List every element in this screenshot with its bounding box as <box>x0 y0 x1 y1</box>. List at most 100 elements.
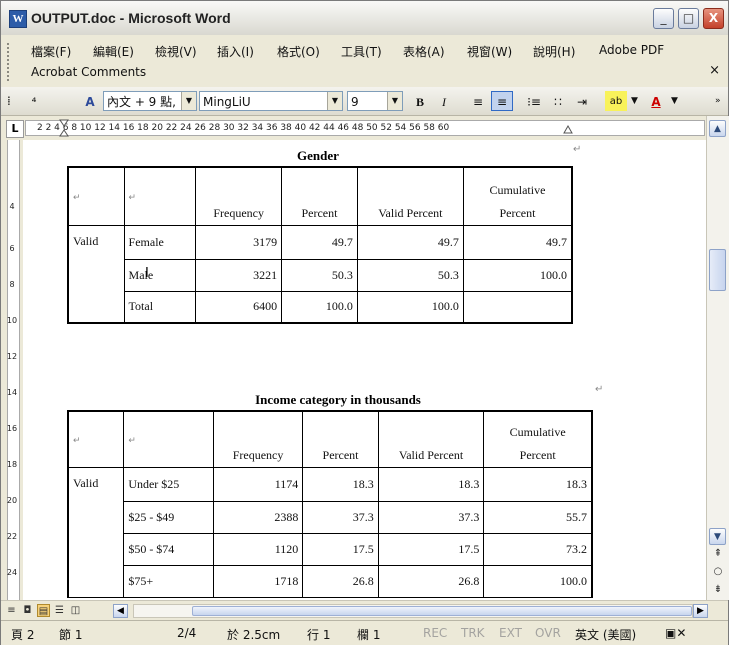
toolbar-grip[interactable]: ⁞ <box>7 91 21 111</box>
spelling-status-icon[interactable]: ▣✕ <box>665 626 686 640</box>
cell-valid-percent: 50.3 <box>356 258 464 292</box>
vruler-number: 18 <box>6 460 18 469</box>
style-select[interactable]: 內文 + 9 點, : ▼ <box>103 91 197 111</box>
table-corner-cell[interactable]: ↵ <box>123 166 197 226</box>
styles-pane-icon[interactable]: ⁴ <box>23 91 45 111</box>
header-valid-percent: Valid Percent <box>356 166 464 226</box>
row-label: $50 - $74 <box>123 532 214 566</box>
close-button[interactable]: X <box>703 8 724 29</box>
vruler-number: 24 <box>6 568 18 577</box>
paragraph-mark-icon: ↵ <box>573 144 582 155</box>
vertical-scrollbar[interactable]: ▲ ▼ ⇞ ○ ⇟ <box>706 116 729 600</box>
indent-marker-icon[interactable] <box>59 119 69 137</box>
scroll-left-icon[interactable]: ◀ <box>113 604 128 618</box>
highlight-dropdown-icon[interactable]: ▼ <box>631 91 638 111</box>
status-ovr[interactable]: OVR <box>535 626 561 640</box>
table-row: $50 - $74 1120 17.5 17.5 73.2 <box>68 532 594 566</box>
menu-insert[interactable]: 插入(I) <box>217 43 254 60</box>
row-label: Male <box>123 258 197 292</box>
toolbar-options-icon[interactable]: » <box>715 91 721 111</box>
font-size-value: 9 <box>351 95 359 109</box>
menu-file[interactable]: 檔案(F) <box>31 43 71 60</box>
cell-valid-percent: 100.0 <box>356 290 464 324</box>
right-indent-icon[interactable] <box>563 124 573 134</box>
table-corner-cell[interactable]: ↵ <box>66 166 125 226</box>
font-color-dropdown-icon[interactable]: ▼ <box>671 91 678 111</box>
status-bar: 頁 2 節 1 2/4 於 2.5cm 行 1 欄 1 REC TRK EXT … <box>1 620 728 645</box>
table-corner-cell[interactable]: ↵ <box>123 410 214 468</box>
title-bar: W OUTPUT.doc - Microsoft Word _ □ X <box>1 1 728 36</box>
status-rec[interactable]: REC <box>423 626 447 640</box>
styles-icon[interactable]: A <box>79 91 101 111</box>
formatting-toolbar: ⁞ ⁴ A 內文 + 9 點, : ▼ MingLiU ▼ 9 ▼ B I ≡ … <box>1 87 728 116</box>
justify-icon[interactable]: ≡ <box>491 91 513 111</box>
bulleted-list-icon[interactable]: ∷ <box>547 91 569 111</box>
align-left-icon[interactable]: ≡ <box>467 91 489 111</box>
document-canvas[interactable]: Gender ↵ ↵ Frequency Percent Valid Perce… <box>23 140 706 600</box>
cell-cumulative: 73.2 <box>483 532 594 566</box>
scroll-up-icon[interactable]: ▲ <box>709 120 726 137</box>
cell-percent: 100.0 <box>281 290 358 324</box>
menu-help[interactable]: 說明(H) <box>533 43 575 60</box>
status-trk[interactable]: TRK <box>461 626 485 640</box>
menu-edit[interactable]: 編輯(E) <box>93 43 134 60</box>
row-label: Under $25 <box>123 466 214 502</box>
font-value: MingLiU <box>203 95 251 109</box>
reading-layout-view-icon[interactable]: ◫ <box>69 604 82 617</box>
menu-table[interactable]: 表格(A) <box>403 43 445 60</box>
menu-grip[interactable] <box>7 43 12 81</box>
print-layout-view-icon[interactable]: ▤ <box>37 604 50 617</box>
minimize-button[interactable]: _ <box>653 8 674 29</box>
cell-percent: 26.8 <box>302 564 379 598</box>
header-cumulative-line2: Percent <box>519 447 556 462</box>
font-size-select[interactable]: 9 ▼ <box>347 91 403 111</box>
indent-icon[interactable]: ⇥ <box>571 91 593 111</box>
menu-acrobat-comments[interactable]: Acrobat Comments <box>31 65 146 79</box>
table-row: Valid Under $25 1174 18.3 18.3 18.3 <box>67 466 594 598</box>
font-select[interactable]: MingLiU ▼ <box>199 91 343 111</box>
scroll-thumb[interactable] <box>709 249 726 291</box>
cell-percent: 49.7 <box>281 224 358 260</box>
cell-cumulative: 49.7 <box>462 224 573 260</box>
income-table: ↵ ↵ Frequency Percent Valid Percent Cumu… <box>67 410 594 598</box>
menu-view[interactable]: 檢視(V) <box>155 43 197 60</box>
style-dropdown-icon[interactable]: ▼ <box>181 92 196 110</box>
cell-percent: 18.3 <box>302 466 379 502</box>
horizontal-scroll-track[interactable] <box>133 604 693 618</box>
numbered-list-icon[interactable]: ⁝≡ <box>523 91 545 111</box>
scroll-right-icon[interactable]: ▶ <box>693 604 708 618</box>
cell-cumulative <box>462 290 573 324</box>
header-cumulative-percent: Cumulative Percent <box>483 410 594 468</box>
outline-view-icon[interactable]: ☰ <box>53 604 66 617</box>
status-ext[interactable]: EXT <box>499 626 522 640</box>
web-layout-view-icon[interactable]: ◘ <box>21 604 34 617</box>
horizontal-scroll-thumb[interactable] <box>192 606 692 616</box>
vruler-number: 14 <box>6 388 18 397</box>
bold-button[interactable]: B <box>409 91 431 111</box>
scroll-down-icon[interactable]: ▼ <box>709 528 726 545</box>
menu-tools[interactable]: 工具(T) <box>341 43 382 60</box>
cell-frequency: 6400 <box>195 290 283 324</box>
doc-close-icon[interactable]: × <box>709 63 720 78</box>
cell-frequency: 1174 <box>212 466 304 502</box>
menu-adobe-pdf[interactable]: Adobe PDF <box>599 43 664 57</box>
size-dropdown-icon[interactable]: ▼ <box>387 92 402 110</box>
previous-page-icon[interactable]: ⇞ <box>707 548 729 559</box>
select-browse-object-icon[interactable]: ○ <box>707 566 729 577</box>
cell-cumulative: 100.0 <box>483 564 594 598</box>
maximize-button[interactable]: □ <box>678 8 699 29</box>
menu-format[interactable]: 格式(O) <box>277 43 320 60</box>
font-color-button[interactable]: A <box>645 91 667 111</box>
highlight-button[interactable]: ab <box>605 91 627 111</box>
word-doc-icon[interactable]: W <box>9 10 27 28</box>
table-corner-cell[interactable]: ↵ <box>67 410 125 468</box>
italic-button[interactable]: I <box>433 91 455 111</box>
status-language[interactable]: 英文 (美國) <box>575 626 636 643</box>
menu-window[interactable]: 視窗(W) <box>467 43 512 60</box>
header-cumulative-line2: Percent <box>499 205 536 220</box>
text-cursor-icon: I <box>145 266 149 281</box>
font-dropdown-icon[interactable]: ▼ <box>327 92 342 110</box>
normal-view-icon[interactable]: ≡ <box>5 604 18 617</box>
tab-selector[interactable]: L <box>6 120 24 138</box>
next-page-icon[interactable]: ⇟ <box>707 584 729 595</box>
